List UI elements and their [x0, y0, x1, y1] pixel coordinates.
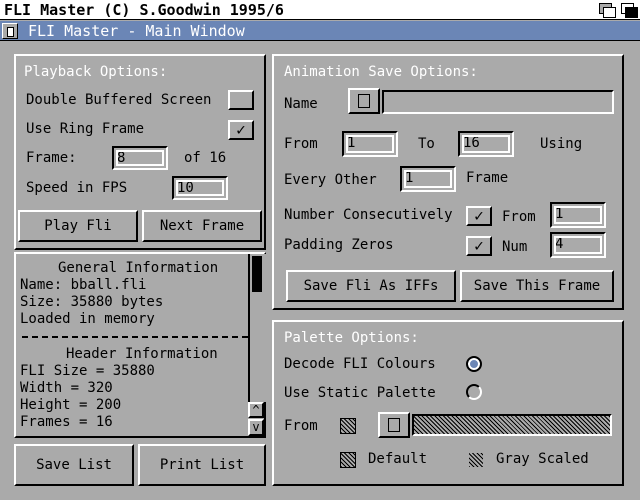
- every-other-input[interactable]: 1: [400, 166, 456, 192]
- number-consecutively-checkbox[interactable]: ✓: [466, 206, 492, 226]
- double-buffered-label: Double Buffered Screen: [26, 92, 212, 108]
- frame-of-label: of 16: [184, 150, 227, 166]
- to-input[interactable]: 16: [458, 131, 514, 157]
- info-list-frame: General Information Name: bball.fli Size…: [14, 252, 266, 438]
- scrollbar-thumb[interactable]: [252, 256, 262, 292]
- screen-title: FLI Master (C) S.Goodwin 1995/6: [4, 1, 284, 19]
- from-input[interactable]: 1: [342, 131, 398, 157]
- ring-frame-label: Use Ring Frame: [26, 121, 145, 137]
- to-label: To: [418, 136, 435, 152]
- nc-from-input[interactable]: 1: [550, 202, 606, 228]
- name-input[interactable]: [382, 90, 614, 114]
- padding-zeros-label: Padding Zeros: [284, 237, 394, 253]
- number-consecutively-label: Number Consecutively: [284, 207, 453, 223]
- default-palette-icon[interactable]: [340, 452, 356, 468]
- palette-swatch-icon[interactable]: [340, 418, 356, 434]
- default-label: Default: [368, 451, 428, 467]
- window-title-bar[interactable]: FLI Master - Main Window: [0, 21, 640, 41]
- from-label: From: [284, 136, 318, 152]
- use-static-palette-label: Use Static Palette: [284, 385, 436, 401]
- gray-scaled-icon[interactable]: [468, 452, 484, 468]
- animation-save-group: Animation Save Options: Name From 1 To 1…: [272, 54, 624, 310]
- close-icon[interactable]: [2, 23, 18, 39]
- decode-fli-colours-label: Decode FLI Colours: [284, 356, 436, 372]
- every-other-label: Every Other: [284, 172, 377, 188]
- info-list[interactable]: General Information Name: bball.fli Size…: [16, 254, 248, 436]
- decode-fli-colours-radio[interactable]: [466, 356, 482, 372]
- scrollbar-track[interactable]: [248, 254, 266, 402]
- list-item: FLI Size = 35880: [20, 363, 155, 379]
- save-this-frame-button[interactable]: Save This Frame: [460, 270, 614, 302]
- playback-heading: Playback Options:: [24, 64, 168, 80]
- frame-label: Frame:: [26, 150, 77, 166]
- palette-file-icon[interactable]: [378, 412, 410, 438]
- window-title: FLI Master - Main Window: [28, 22, 245, 40]
- ring-frame-checkbox[interactable]: ✓: [228, 120, 254, 140]
- palette-slider[interactable]: [412, 414, 612, 436]
- palette-from-label: From: [284, 418, 318, 434]
- list-item: Height = 200: [20, 397, 122, 413]
- speed-label: Speed in FPS: [26, 180, 128, 196]
- save-fli-as-iffs-button[interactable]: Save Fli As IFFs: [286, 270, 456, 302]
- play-fli-button[interactable]: Play Fli: [18, 210, 138, 242]
- screen-title-bar[interactable]: FLI Master (C) S.Goodwin 1995/6: [0, 0, 640, 20]
- list-item: Loaded in memory: [20, 311, 155, 327]
- name-label: Name: [284, 96, 318, 112]
- num-label: Num: [502, 239, 528, 255]
- palette-heading: Palette Options:: [284, 330, 419, 346]
- list-item: Frames = 16: [20, 414, 113, 430]
- scroll-down-button[interactable]: v: [248, 419, 264, 436]
- num-input[interactable]: 4: [550, 232, 606, 258]
- palette-options-group: Palette Options: Decode FLI Colours Use …: [272, 320, 624, 486]
- next-frame-button[interactable]: Next Frame: [142, 210, 262, 242]
- file-requester-icon[interactable]: [348, 88, 380, 114]
- using-label: Using: [540, 136, 583, 152]
- gray-scaled-label: Gray Scaled: [496, 451, 589, 467]
- anim-save-heading: Animation Save Options:: [284, 64, 478, 80]
- list-item: Header Information: [66, 346, 218, 362]
- scroll-up-button[interactable]: ^: [248, 402, 264, 418]
- double-buffered-checkbox[interactable]: [228, 90, 254, 110]
- every-other-frame-label: Frame: [466, 170, 509, 186]
- padding-zeros-checkbox[interactable]: ✓: [466, 236, 492, 256]
- nc-from-label: From: [502, 209, 536, 225]
- list-item: Width = 320: [20, 380, 113, 396]
- depth-gadget-icon[interactable]: [598, 2, 616, 18]
- save-list-button[interactable]: Save List: [14, 444, 134, 486]
- list-item: Name: bball.fli: [20, 277, 147, 293]
- playback-options-group: Playback Options: Double Buffered Screen…: [14, 54, 266, 250]
- frame-input[interactable]: 8: [112, 146, 168, 170]
- list-item: General Information: [58, 260, 219, 276]
- screen-depth-icon[interactable]: [620, 2, 638, 18]
- print-list-button[interactable]: Print List: [138, 444, 266, 486]
- use-static-palette-radio[interactable]: [466, 384, 482, 400]
- list-separator: [22, 336, 248, 338]
- list-item: Size: 35880 bytes: [20, 294, 164, 310]
- speed-input[interactable]: 10: [172, 176, 228, 200]
